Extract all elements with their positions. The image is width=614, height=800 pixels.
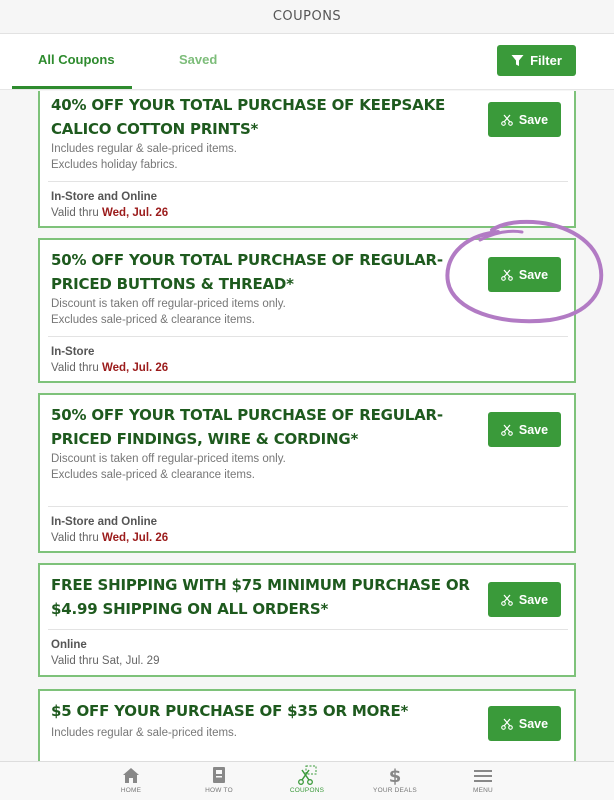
coupon-card: $5 OFF YOUR PURCHASE OF $35 OR MORE* Inc… xyxy=(38,689,576,761)
save-coupon-button[interactable]: Save xyxy=(488,582,561,617)
scissors-icon xyxy=(501,718,513,730)
coupon-location: Online xyxy=(51,639,87,651)
coupon-card: 50% OFF YOUR TOTAL PURCHASE OF REGULAR-P… xyxy=(38,238,576,383)
tab-bar: All Coupons Saved Filter xyxy=(0,34,614,90)
home-icon xyxy=(96,764,166,786)
active-tab-indicator xyxy=(12,86,132,89)
coupon-title: 50% OFF YOUR TOTAL PURCHASE OF REGULAR-P… xyxy=(51,406,443,448)
dollar-icon: $ xyxy=(360,764,430,787)
coupon-validity: Valid thru Wed, Jul. 26 xyxy=(51,362,169,374)
coupon-expiry-date: Wed, Jul. 26 xyxy=(101,362,169,374)
save-coupon-button[interactable]: Save xyxy=(488,412,561,447)
scissors-icon xyxy=(501,424,513,436)
scissors-icon xyxy=(501,594,513,606)
coupon-location: In-Store and Online xyxy=(51,191,158,203)
coupon-card: 40% OFF YOUR TOTAL PURCHASE OF KEEPSAKE … xyxy=(38,91,576,228)
page-title: COUPONS xyxy=(272,9,342,24)
card-divider xyxy=(48,336,568,337)
nav-coupons[interactable]: COUPONS xyxy=(272,764,342,794)
coupon-validity: Valid thru Wed, Jul. 26 xyxy=(51,207,169,219)
coupons-icon xyxy=(272,764,342,786)
coupon-description: Includes regular & sale-priced items. Ex… xyxy=(51,143,237,171)
coupon-title: 50% OFF YOUR TOTAL PURCHASE OF REGULAR-P… xyxy=(51,251,443,293)
coupon-title: FREE SHIPPING WITH $75 MINIMUM PURCHASE … xyxy=(51,576,470,618)
app: COUPONS All Coupons Saved Filter 40% OFF… xyxy=(0,0,614,800)
top-bar: COUPONS xyxy=(0,0,614,34)
coupon-description: Discount is taken off regular-priced ite… xyxy=(51,298,286,326)
card-divider xyxy=(48,181,568,182)
coupon-description: Includes regular & sale-priced items. xyxy=(51,727,237,739)
scissors-icon xyxy=(501,114,513,126)
coupon-location: In-Store xyxy=(51,346,95,358)
coupon-title: $5 OFF YOUR PURCHASE OF $35 OR MORE* xyxy=(51,702,409,720)
save-coupon-button[interactable]: Save xyxy=(488,102,561,137)
tab-all-coupons[interactable]: All Coupons xyxy=(38,52,115,67)
coupon-card: 50% OFF YOUR TOTAL PURCHASE OF REGULAR-P… xyxy=(38,393,576,553)
coupon-card: FREE SHIPPING WITH $75 MINIMUM PURCHASE … xyxy=(38,563,576,677)
coupon-title: 40% OFF YOUR TOTAL PURCHASE OF KEEPSAKE … xyxy=(51,96,446,138)
filter-label: Filter xyxy=(530,53,562,68)
filter-button[interactable]: Filter xyxy=(497,45,576,76)
card-divider xyxy=(48,629,568,630)
coupon-list[interactable]: 40% OFF YOUR TOTAL PURCHASE OF KEEPSAKE … xyxy=(0,91,614,761)
scissors-icon xyxy=(501,269,513,281)
nav-your-deals[interactable]: $ YOUR DEALS xyxy=(360,764,430,794)
nav-home[interactable]: HOME xyxy=(96,764,166,794)
how-to-icon xyxy=(184,764,254,786)
save-coupon-button[interactable]: Save xyxy=(488,257,561,292)
card-divider xyxy=(48,506,568,507)
coupon-expiry-date: Wed, Jul. 26 xyxy=(101,207,169,219)
coupon-validity: Valid thru Sat, Jul. 29 xyxy=(51,655,160,667)
coupon-validity: Valid thru Wed, Jul. 26 xyxy=(51,532,169,544)
save-coupon-button[interactable]: Save xyxy=(488,706,561,741)
coupon-location: In-Store and Online xyxy=(51,516,158,528)
coupon-description: Discount is taken off regular-priced ite… xyxy=(51,453,286,481)
tab-saved[interactable]: Saved xyxy=(179,52,217,67)
nav-menu[interactable]: MENU xyxy=(448,764,518,794)
coupon-expiry-date: Wed, Jul. 26 xyxy=(101,532,169,544)
menu-icon xyxy=(448,764,518,786)
nav-how-to[interactable]: HOW TO xyxy=(184,764,254,794)
svg-text:$: $ xyxy=(389,766,402,786)
bottom-nav: HOME HOW TO COUPONS $ YOUR DEALS MENU xyxy=(0,761,614,800)
filter-icon xyxy=(511,54,524,67)
